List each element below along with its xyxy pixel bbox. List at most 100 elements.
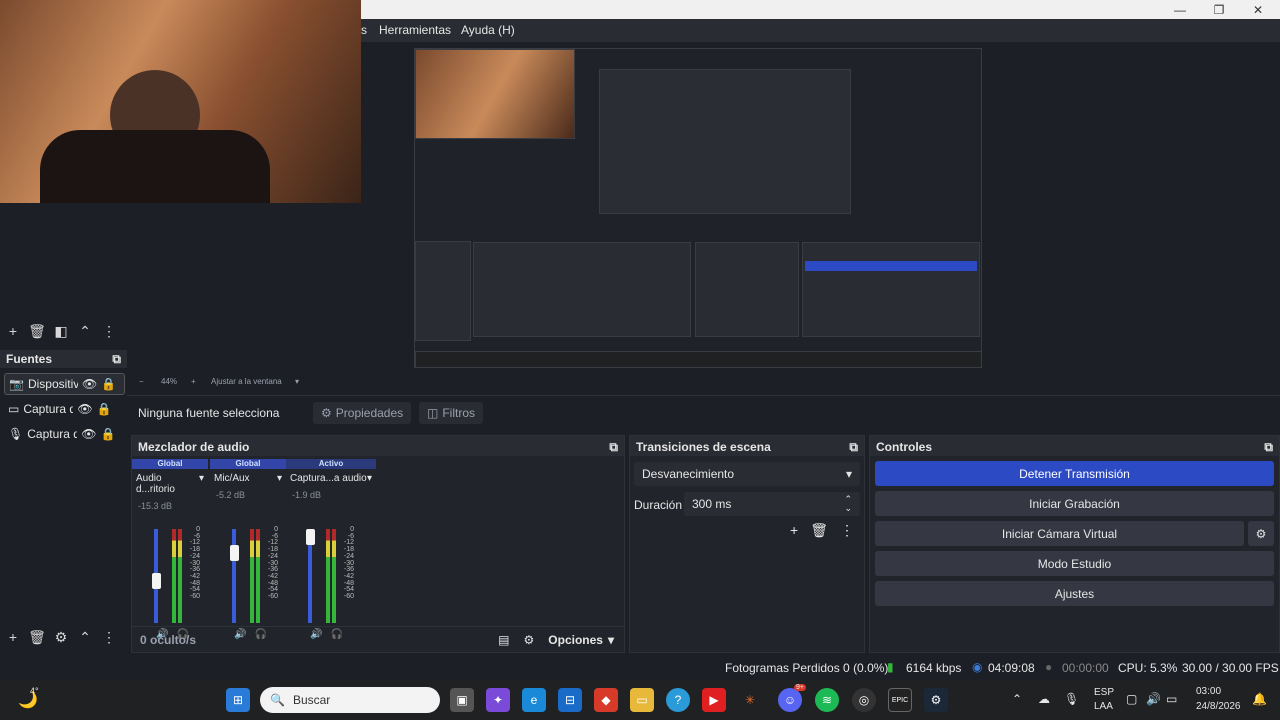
battery-icon[interactable]: ▭ <box>1166 692 1177 706</box>
remove-transition-icon[interactable]: 🗑 <box>810 522 828 539</box>
chevron-down-icon[interactable]: ▾ <box>199 473 204 495</box>
maximize-button[interactable]: ❐ <box>1199 0 1239 19</box>
layout-icon[interactable]: ▤ <box>498 633 509 647</box>
controls-header: Controles ⧉ <box>870 436 1279 456</box>
network-icon[interactable]: ▢ <box>1126 692 1137 706</box>
keyboard-layout-label[interactable]: LAA <box>1094 701 1113 712</box>
add-source-icon[interactable]: + <box>2 626 24 648</box>
zoom-in-button[interactable]: + <box>191 377 196 386</box>
minimize-button[interactable]: — <box>1160 0 1200 19</box>
options-button[interactable]: Opciones ▾ <box>548 633 614 647</box>
zoom-out-button[interactable]: − <box>139 377 144 386</box>
youtube-icon[interactable]: ▶ <box>702 688 726 712</box>
properties-label: Propiedades <box>335 406 404 420</box>
slider-knob[interactable] <box>230 544 239 561</box>
menu-item-partial[interactable]: s <box>361 23 367 37</box>
eye-icon[interactable]: 👁 <box>81 427 96 441</box>
slider-knob[interactable] <box>152 572 161 589</box>
windows-taskbar: 🌙 4° ⊞ 🔍 Buscar ▣ ✦ e ⊟ ◆ ▭ ? ▶ ✳ ☺ 9+ ≋… <box>0 680 1280 720</box>
mic-tray-icon[interactable]: 🎙 <box>1064 692 1079 706</box>
spotify-icon[interactable]: ≋ <box>815 688 839 712</box>
transitions-header: Transiciones de escena ⧉ <box>630 436 864 456</box>
copilot-icon[interactable]: ✦ <box>486 688 510 712</box>
preview-canvas[interactable] <box>414 48 982 368</box>
task-view-icon[interactable]: ▣ <box>450 688 474 712</box>
more-icon[interactable]: ⋮ <box>98 626 120 648</box>
transitions-dock: Transiciones de escena ⧉ Desvanecimiento… <box>629 435 865 653</box>
clock-date[interactable]: 24/8/2026 <box>1196 701 1241 712</box>
discord-icon[interactable]: ☺ <box>778 688 802 712</box>
file-explorer-icon[interactable]: ▭ <box>630 688 654 712</box>
stop-stream-button[interactable]: Detener Transmisión <box>875 461 1274 486</box>
add-scene-icon[interactable]: + <box>2 320 24 342</box>
notification-icon[interactable]: 🔔 <box>1252 692 1267 706</box>
filters-button[interactable]: ◫ Filtros <box>419 402 484 424</box>
filter-icon: ◫ <box>427 406 439 420</box>
mixer-settings-icon[interactable]: ⚙ <box>524 633 535 647</box>
menu-item-herramientas[interactable]: Herramientas <box>379 23 451 37</box>
chevron-down-icon[interactable]: ▾ <box>277 473 282 484</box>
epic-games-icon[interactable]: EPIC <box>888 688 912 712</box>
lock-icon[interactable]: 🔒 <box>100 427 115 441</box>
start-icon[interactable]: ⊞ <box>226 688 250 712</box>
fit-window-label[interactable]: Ajustar a la ventana <box>211 377 282 386</box>
eye-icon[interactable]: 👁 <box>77 402 92 416</box>
temperature: 4° <box>30 686 39 696</box>
lock-icon[interactable]: 🔒 <box>97 402 112 416</box>
source-item[interactable]: ▭ Captura d 👁 🔒 <box>4 398 125 420</box>
clock-time[interactable]: 03:00 <box>1196 686 1221 697</box>
search-box[interactable]: 🔍 Buscar <box>260 687 440 713</box>
undock-icon[interactable]: ⧉ <box>609 440 618 454</box>
transition-select[interactable]: Desvanecimiento ▾ <box>634 462 860 486</box>
spin-arrows-icon[interactable]: ⌃ ⌄ <box>844 495 852 513</box>
gear-icon: ⚙ <box>321 406 332 420</box>
eye-icon[interactable]: 👁 <box>82 377 97 391</box>
fps: 30.00 / 30.00 FPS <box>1182 661 1279 675</box>
add-transition-icon[interactable]: + <box>790 522 798 539</box>
studio-mode-button[interactable]: Modo Estudio <box>875 551 1274 576</box>
menu-item-ayuda[interactable]: Ayuda (H) <box>461 23 515 37</box>
app-red-icon[interactable]: ◆ <box>594 688 618 712</box>
duration-spinbox[interactable]: 300 ms ⌃ ⌄ <box>684 492 860 516</box>
undock-icon[interactable]: ⧉ <box>112 352 121 367</box>
preview-sources <box>415 241 471 341</box>
more-icon[interactable]: ⋮ <box>840 522 854 539</box>
remove-scene-icon[interactable]: 🗑 <box>26 320 48 342</box>
duration-label: Duración <box>634 498 683 512</box>
obs-icon[interactable]: ◎ <box>852 688 876 712</box>
chevron-up-icon[interactable]: ⌃ <box>1012 692 1022 706</box>
properties-button[interactable]: ⚙ Propiedades <box>313 402 412 424</box>
more-icon[interactable]: ⋮ <box>98 320 120 342</box>
controls-title: Controles <box>876 440 933 454</box>
scene-filters-icon[interactable]: ◧ <box>50 320 72 342</box>
steam-icon[interactable]: ⚙ <box>924 688 948 712</box>
move-up-icon[interactable]: ⌃ <box>74 320 96 342</box>
volume-slider[interactable] <box>232 529 236 623</box>
undock-icon[interactable]: ⧉ <box>849 440 858 454</box>
preview-mixer <box>473 242 691 337</box>
undock-icon[interactable]: ⧉ <box>1264 440 1273 454</box>
move-up-icon[interactable]: ⌃ <box>74 626 96 648</box>
help-icon[interactable]: ? <box>666 688 690 712</box>
chevron-down-icon[interactable]: ▾ <box>367 473 372 484</box>
claude-icon[interactable]: ✳ <box>738 688 762 712</box>
source-item[interactable]: 📷 Dispositiv 👁 🔒 <box>4 373 125 395</box>
gear-icon[interactable]: ⚙ <box>1248 521 1274 546</box>
volume-icon[interactable]: 🔊 <box>1146 692 1161 706</box>
start-virtual-camera-button[interactable]: Iniciar Cámara Virtual <box>875 521 1244 546</box>
slider-knob[interactable] <box>306 528 315 545</box>
edge-icon[interactable]: e <box>522 688 546 712</box>
lock-icon[interactable]: 🔒 <box>101 377 116 391</box>
meter-scale: 0 -6 -12 -18 -24 -30 -36 -42 -48 -54 -60 <box>267 526 278 601</box>
source-settings-icon[interactable]: ⚙ <box>50 626 72 648</box>
settings-button[interactable]: Ajustes <box>875 581 1274 606</box>
close-button[interactable]: ✕ <box>1238 0 1278 19</box>
store-icon[interactable]: ⊟ <box>558 688 582 712</box>
source-item[interactable]: 🎙 Captura d 👁 🔒 <box>4 423 125 445</box>
chevron-down-icon[interactable]: ▾ <box>295 377 299 386</box>
cloud-icon[interactable]: ☁ <box>1038 692 1050 706</box>
start-recording-button[interactable]: Iniciar Grabación <box>875 491 1274 516</box>
remove-source-icon[interactable]: 🗑 <box>26 626 48 648</box>
language-label[interactable]: ESP <box>1094 687 1114 698</box>
signal-bars-icon: ▮ <box>887 660 894 674</box>
